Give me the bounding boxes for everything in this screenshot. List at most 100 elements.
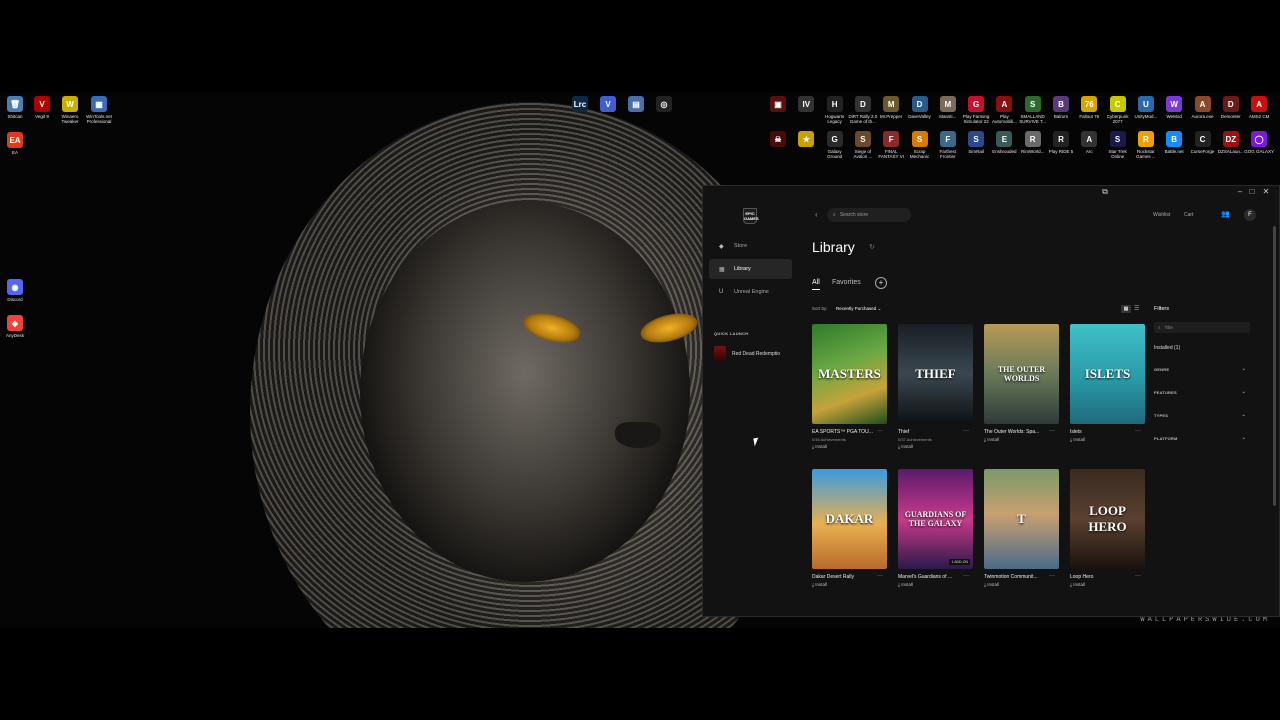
desktop-shortcut[interactable]: M Mr.Prepper [876,96,906,119]
list-view-button[interactable]: ☰ [1134,305,1139,312]
desktop-shortcut[interactable]: D Demonter [1216,96,1246,119]
desktop-shortcut[interactable]: F FINAL FANTASY VI [876,131,906,159]
scrollbar[interactable] [1273,226,1276,506]
sidebar-item-unreal-engine[interactable]: U Unreal Engine [709,282,792,302]
desktop-shortcut[interactable]: ◉ Discord [0,279,30,302]
desktop-shortcut[interactable]: ◎ [649,96,679,114]
desktop-shortcut[interactable]: IV [791,96,821,114]
desktop-shortcut[interactable]: ▦ WinTools.net Professional [84,96,114,124]
desktop-shortcut[interactable]: C Cyberpunk 2077 [1103,96,1133,124]
epic-games-logo[interactable]: EPIC GAMES [743,208,759,224]
tab-favorites[interactable]: Favorites [832,279,861,286]
more-options-icon[interactable]: ··· [1135,573,1141,579]
install-button[interactable]: ⤓ Install [812,582,887,587]
desktop-shortcut[interactable]: D DiRT Rally 2.0 Game of th... [848,96,878,124]
game-card[interactable]: T Twinmotion Communit... ··· ⤓ Install [984,469,1059,587]
desktop-shortcut[interactable]: S Star Trek Online [1103,131,1133,159]
game-cover-art[interactable]: DAKAR [812,469,887,569]
overlay-icon[interactable]: ⧉ [1099,187,1111,197]
desktop-shortcut[interactable]: M Mansti... [933,96,963,119]
sidebar-item-library[interactable]: ▦ Library [709,259,792,279]
game-cover-art[interactable]: MASTERS [812,324,887,424]
game-cover-art[interactable]: GUARDIANS OF THE GALAXY 1 ADD-ON [898,469,973,569]
filter-genre[interactable]: GENRE ⌄ [1154,364,1246,374]
game-cover-art[interactable]: LOOP HERO [1070,469,1145,569]
more-options-icon[interactable]: ··· [877,428,883,434]
desktop-shortcut[interactable]: 🗑 Shitcan [0,96,30,119]
game-cover-art[interactable]: THIEF [898,324,973,424]
desktop-shortcut[interactable]: A AMS2 CM [1244,96,1274,119]
filter-features[interactable]: FEATURES ⌄ [1154,387,1246,397]
desktop-shortcut[interactable]: ▤ [621,96,651,114]
more-options-icon[interactable]: ··· [963,573,969,579]
game-card[interactable]: DAKAR Dakar Desert Rally ··· ⤓ Install [812,469,887,587]
game-card[interactable]: MASTERS EA SPORTS™ PGA TOU... ··· 0/16 Achi… [812,324,887,449]
desktop-shortcut[interactable]: S Siege of Avalon ... [848,131,878,159]
close-button[interactable]: ✕ [1260,187,1272,197]
desktop-shortcut[interactable]: S SimRail [961,131,991,154]
minimize-button[interactable]: – [1234,187,1246,197]
desktop-shortcut[interactable]: DZ DZSALaun... [1216,131,1246,154]
more-options-icon[interactable]: ··· [1049,573,1055,579]
wishlist-link[interactable]: Wishlist [1153,212,1170,218]
maximize-button[interactable]: □ [1246,187,1258,197]
refresh-icon[interactable]: ↻ [869,243,875,251]
install-button[interactable]: ⤓ Install [984,582,1059,587]
more-options-icon[interactable]: ··· [877,573,883,579]
desktop-shortcut[interactable]: A Play Automobili... [989,96,1019,124]
desktop-shortcut[interactable]: V Vegit 9 [27,96,57,119]
game-cover-art[interactable]: THE OUTER WORLDS [984,324,1059,424]
quick-launch-item[interactable]: Red Dead Redemptio [714,346,780,362]
sort-dropdown[interactable]: Recently Purchased ⌄ [836,306,881,312]
desktop-shortcut[interactable]: D DaveValley [905,96,935,119]
install-button[interactable]: ⤓ Install [1070,582,1145,587]
desktop-shortcut[interactable]: ▣ [763,96,793,114]
installed-filter[interactable]: Installed (1) [1154,345,1254,351]
desktop-shortcut[interactable]: V [593,96,623,114]
desktop-shortcut[interactable]: A Arc [1074,131,1104,154]
desktop-shortcut[interactable]: S SMALLAND SURVIVE T... [1018,96,1048,124]
game-card[interactable]: THIEF Thief ··· 0/37 Achievements ⤓ Install [898,324,973,449]
desktop-shortcut[interactable]: W WeMod [1159,96,1189,119]
desktop-shortcut[interactable]: S Scrap Mechanic [905,131,935,159]
install-button[interactable]: ⤓ Install [1070,437,1145,442]
desktop-shortcut[interactable]: EA EA [0,132,30,155]
desktop-shortcut[interactable]: R Rockstar Games ... [1131,131,1161,159]
more-options-icon[interactable]: ··· [963,428,969,434]
desktop-shortcut[interactable]: B Balrum [1046,96,1076,119]
game-card[interactable]: GUARDIANS OF THE GALAXY 1 ADD-ON Marvel's … [898,469,973,587]
desktop-shortcut[interactable]: E Enshrouded [989,131,1019,154]
back-button[interactable]: ‹ [815,210,818,219]
desktop-shortcut[interactable]: Lrc [565,96,595,114]
desktop-shortcut[interactable]: ◆ AnyDesk [0,315,30,338]
sidebar-item-store[interactable]: ◆ Store [709,236,792,256]
avatar[interactable]: F [1244,209,1256,221]
desktop-shortcut[interactable]: ☠ [763,131,793,149]
game-card[interactable]: LOOP HERO Loop Hero ··· ⤓ Install [1070,469,1145,587]
filter-platform[interactable]: PLATFORM ⌄ [1154,433,1246,443]
desktop-shortcut[interactable]: B Battle.net [1159,131,1189,154]
desktop-shortcut[interactable]: R RimWorld... [1018,131,1048,154]
desktop-shortcut[interactable]: ◯ GOG GALAXY [1244,131,1274,154]
game-card[interactable]: ISLETS Islets ··· ⤓ Install [1070,324,1145,442]
desktop-shortcut[interactable]: W Winaero Tweaker [55,96,85,124]
game-cover-art[interactable]: T [984,469,1059,569]
desktop-shortcut[interactable]: F Farthest Frontier [933,131,963,159]
desktop-shortcut[interactable]: C CurseForge [1188,131,1218,154]
desktop-shortcut[interactable]: G Play Farming Simulator 22 [961,96,991,124]
install-button[interactable]: ⤓ Install [898,582,973,587]
install-button[interactable]: ⤓ Install [984,437,1059,442]
desktop-shortcut[interactable]: A Aurora.exe [1188,96,1218,119]
game-cover-art[interactable]: ISLETS [1070,324,1145,424]
more-options-icon[interactable]: ··· [1049,428,1055,434]
tab-all[interactable]: All [812,279,820,286]
search-input[interactable]: ⌕ Search store [827,208,911,222]
desktop-shortcut[interactable]: G Galaxy Ground [820,131,850,159]
desktop-shortcut[interactable]: R Play RIDE 5 [1046,131,1076,154]
game-card[interactable]: THE OUTER WORLDS The Outer Worlds: Spa...… [984,324,1059,442]
filter-title-input[interactable]: ⌕ Title [1154,322,1250,333]
more-options-icon[interactable]: ··· [1135,428,1141,434]
friends-icon[interactable]: 👥 [1221,210,1230,218]
install-button[interactable]: ⤓ Install [898,444,973,449]
desktop-shortcut[interactable]: U UnityMod... [1131,96,1161,119]
